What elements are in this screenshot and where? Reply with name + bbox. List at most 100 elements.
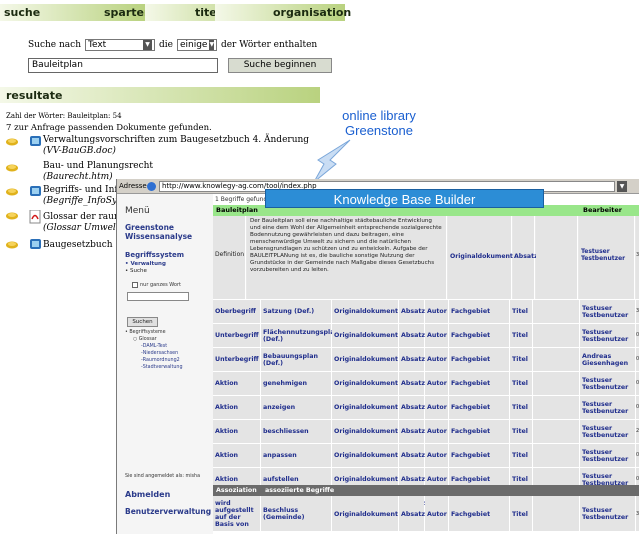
editor-link[interactable]: Andreas Giesenhagen <box>580 348 635 371</box>
field-link[interactable]: Fachgebiet <box>449 300 509 323</box>
chevron-down-icon[interactable]: ▼ <box>617 181 627 192</box>
paragraph-link[interactable]: Absatz <box>513 216 538 299</box>
author-link[interactable]: Autor <box>425 300 448 323</box>
sidebar-item-suche[interactable]: • Suche <box>125 268 166 275</box>
author-link[interactable]: Autor <box>425 420 448 443</box>
nav-tab-organisation[interactable]: organisation <box>215 4 351 21</box>
editor-link[interactable]: TestuserTestbenutzer <box>580 444 635 467</box>
checkbox-box[interactable] <box>132 282 138 288</box>
relation-cell[interactable]: Aktion <box>213 396 260 419</box>
source-link[interactable]: Originaldokument <box>448 216 513 299</box>
paragraph-link[interactable]: Absatz <box>399 372 425 395</box>
author-link[interactable]: Autor <box>425 324 448 347</box>
relation-cell[interactable]: Unterbegriff <box>213 324 260 347</box>
field-link[interactable]: Fachgebiet <box>449 372 509 395</box>
sidebar-item-verwaltung[interactable]: • Verwaltung <box>125 261 166 268</box>
paragraph-link[interactable]: Absatz <box>399 324 425 347</box>
term-link[interactable]: genehmigen <box>261 372 331 395</box>
relation-cell[interactable]: Aktion <box>213 444 260 467</box>
search-query-input[interactable]: Bauleitplan <box>28 58 218 73</box>
author-link[interactable]: Autor <box>425 372 448 395</box>
source-link[interactable]: Originaldokument <box>332 444 398 467</box>
term-link[interactable]: Beschluss (Gemeinde) <box>261 497 331 531</box>
tree-leaf[interactable]: -Stadtverwaltung <box>125 364 183 371</box>
paragraph-link[interactable]: Absatz <box>399 444 425 467</box>
source-link[interactable]: Originaldokument <box>332 420 398 443</box>
associated-terms-label: assoziierte Begriffe <box>265 487 335 494</box>
book-icon[interactable] <box>6 162 20 172</box>
term-link[interactable]: anpassen <box>261 444 331 467</box>
definition-label: Definition <box>213 216 246 299</box>
paragraph-link[interactable]: Absatz <box>399 396 425 419</box>
author-link[interactable]: Autor <box>425 444 448 467</box>
source-link[interactable]: Originaldokument <box>332 324 398 347</box>
source-link[interactable]: Originaldokument <box>332 497 398 531</box>
title-link[interactable]: Titel <box>510 497 532 531</box>
doc-title[interactable]: Bau- und Planungsrecht <box>43 161 153 172</box>
relation-cell[interactable]: wird aufgestellt auf der Basis von <box>213 497 260 531</box>
paragraph-link[interactable]: Absatz <box>399 420 425 443</box>
field-link[interactable]: Fachgebiet <box>449 444 509 467</box>
sidebar-search-input[interactable] <box>127 292 189 301</box>
title-link[interactable]: Titel <box>510 444 532 467</box>
editor-link[interactable]: TestuserTestbenutzer <box>580 396 635 419</box>
editor-link[interactable]: TestuserTestbenutzer <box>580 300 635 323</box>
tree-leaf[interactable]: -DAML-Test <box>125 343 183 350</box>
field-link[interactable]: Fachgebiet <box>449 396 509 419</box>
relation-cell[interactable]: Unterbegriff <box>213 348 260 371</box>
author-link[interactable]: Autor <box>425 497 448 531</box>
source-link[interactable]: Originaldokument <box>332 348 398 371</box>
tree-root[interactable]: • Begriffsysteme <box>125 329 183 336</box>
relation-cell[interactable]: Aktion <box>213 372 260 395</box>
doc-title[interactable]: Verwaltungsvorschriften zum Baugesetzbuc… <box>43 135 309 146</box>
editor-link[interactable]: TestuserTestbenutzer <box>580 420 635 443</box>
book-icon[interactable] <box>6 185 42 197</box>
sidebar-search-button[interactable]: Suchen <box>127 317 158 327</box>
editor-link[interactable]: TestuserTestbenutzer <box>580 324 635 347</box>
title-link[interactable]: Titel <box>510 348 532 371</box>
title-link[interactable]: Titel <box>510 372 532 395</box>
field-link[interactable]: Fachgebiet <box>449 420 509 443</box>
list-item[interactable]: Baugesetzbuch <box>43 240 113 251</box>
paragraph-link[interactable]: Absatz <box>399 348 425 371</box>
workspace-link[interactable]: Greenstone Wissensanalyse <box>125 223 192 241</box>
user-admin-link[interactable]: Benutzerverwaltung <box>125 507 211 516</box>
paragraph-link[interactable]: Absatz <box>399 300 425 323</box>
term-link[interactable]: anzeigen <box>261 396 331 419</box>
doc-title[interactable]: Baugesetzbuch <box>43 240 113 251</box>
editor-link[interactable]: TestuserTestbenutzer <box>580 372 635 395</box>
title-link[interactable]: Titel <box>510 396 532 419</box>
list-item[interactable]: Verwaltungsvorschriften zum Baugesetzbuc… <box>43 135 309 157</box>
title-link[interactable]: Titel <box>510 300 532 323</box>
editor-link[interactable]: TestuserTestbenutzer <box>579 216 635 299</box>
relation-cell[interactable]: Oberbegriff <box>213 300 260 323</box>
search-mode-select[interactable]: einige ▼ <box>176 39 217 51</box>
source-link[interactable]: Originaldokument <box>332 300 398 323</box>
field-link[interactable]: Fachgebiet <box>449 348 509 371</box>
term-link[interactable]: beschliessen <box>261 420 331 443</box>
term-link[interactable]: Bebauungsplan (Def.) <box>261 348 331 371</box>
term-link[interactable]: Flächennutzungsplan (Def.) <box>261 324 339 347</box>
term-link[interactable]: Satzung (Def.) <box>261 300 331 323</box>
paragraph-link[interactable]: Absatz <box>399 497 425 531</box>
author-link[interactable]: Autor <box>425 396 448 419</box>
whole-word-checkbox[interactable]: nur ganzes Wort <box>132 282 181 288</box>
search-field-select[interactable]: Text ▼ <box>85 39 155 51</box>
source-link[interactable]: Originaldokument <box>332 396 398 419</box>
pdf-icon[interactable] <box>6 210 42 224</box>
tree-node-glossar[interactable]: ○ Glossar <box>125 336 183 343</box>
book-icon[interactable] <box>6 238 42 250</box>
tree-leaf[interactable]: -Niedersachsen <box>125 350 183 357</box>
field-link[interactable]: Fachgebiet <box>449 324 509 347</box>
title-link[interactable]: Titel <box>510 420 532 443</box>
editor-link[interactable]: TestuserTestbenutzer <box>580 497 635 531</box>
tree-leaf[interactable]: -Raumordnung2 <box>125 357 183 364</box>
title-link[interactable]: Titel <box>510 324 532 347</box>
relation-cell[interactable]: Aktion <box>213 420 260 443</box>
book-icon[interactable] <box>6 135 42 147</box>
logout-link[interactable]: Abmelden <box>125 490 170 499</box>
author-link[interactable]: Autor <box>425 348 448 371</box>
field-link[interactable]: Fachgebiet <box>449 497 509 531</box>
source-link[interactable]: Originaldokument <box>332 372 398 395</box>
search-start-button[interactable]: Suche beginnen <box>228 58 332 73</box>
